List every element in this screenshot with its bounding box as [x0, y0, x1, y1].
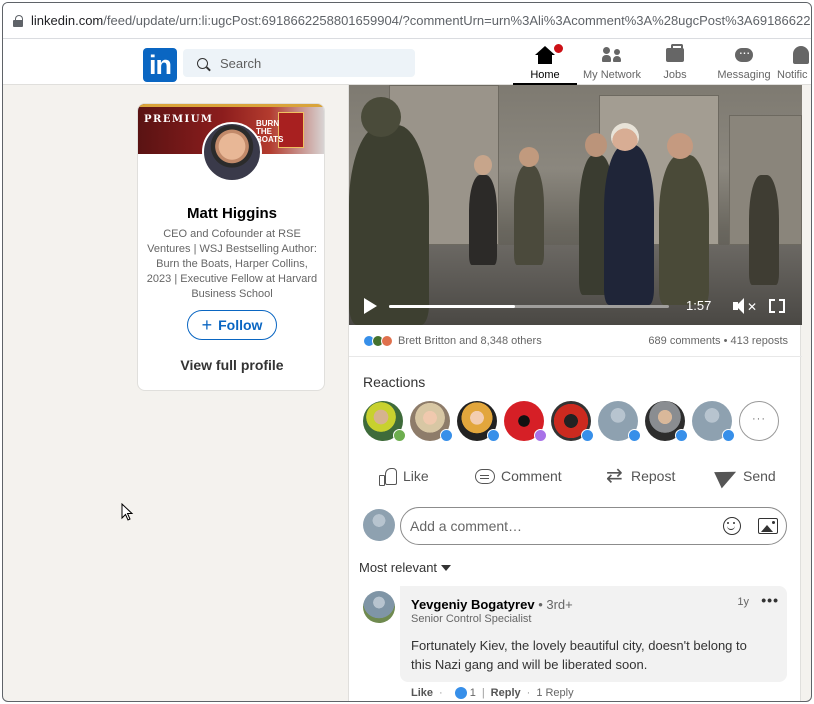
repost-icon: ⇄	[606, 464, 623, 487]
like-badge-icon	[581, 429, 594, 442]
video-progress-fill	[389, 305, 515, 308]
comment-input[interactable]: Add a comment…	[400, 507, 787, 545]
comment-placeholder: Add a comment…	[410, 518, 523, 534]
like-badge-icon	[675, 429, 688, 442]
post-detail: 1:57 ✕ Brett Britton and 8,348 others 68…	[348, 85, 802, 701]
network-icon	[602, 47, 622, 63]
video-controls: 1:57 ✕	[349, 289, 802, 325]
comment-item: Yevgeniy Bogatyrev • 3rd+ Senior Control…	[400, 586, 787, 682]
comment-reply-button[interactable]: Reply	[491, 687, 521, 699]
comment-like-count[interactable]: 1	[470, 687, 476, 699]
premium-badge: PREMIUM	[144, 114, 214, 125]
like-badge-icon	[487, 429, 500, 442]
curious-badge-icon	[534, 429, 547, 442]
messaging-icon	[735, 44, 753, 62]
sort-comments-dropdown[interactable]: Most relevant	[359, 560, 452, 575]
comment-button[interactable]: Comment	[475, 463, 562, 489]
home-icon	[535, 46, 555, 64]
comment-time: 1y	[737, 596, 749, 608]
nav-messaging[interactable]: Messaging	[713, 43, 775, 85]
address-bar[interactable]: linkedin.com/feed/update/urn:li:ugcPost:…	[3, 3, 812, 39]
like-badge-icon	[440, 429, 453, 442]
support-reaction-icon	[381, 334, 393, 347]
profile-name[interactable]: Matt Higgins	[138, 205, 324, 222]
mouse-cursor-icon	[121, 503, 134, 521]
notification-dot	[553, 43, 564, 54]
like-button[interactable]: Like	[379, 463, 429, 489]
fullscreen-icon[interactable]	[769, 299, 785, 313]
like-badge-icon	[628, 429, 641, 442]
browser-window: linkedin.com/feed/update/urn:li:ugcPost:…	[2, 2, 812, 702]
search-placeholder: Search	[220, 55, 262, 71]
play-icon[interactable]	[364, 298, 377, 314]
lock-icon	[13, 14, 23, 27]
top-navigation: in Search Home My Network Jobs Messaging	[3, 39, 811, 85]
nav-jobs[interactable]: Jobs	[657, 43, 693, 85]
linkedin-logo[interactable]: in	[143, 48, 177, 82]
caret-down-icon	[441, 564, 452, 571]
follow-button[interactable]: + Follow	[187, 310, 277, 340]
like-badge-icon	[454, 687, 467, 699]
more-options-icon[interactable]: •••	[761, 592, 779, 608]
reactions-heading: Reactions	[363, 374, 426, 390]
commenter-name[interactable]: Yevgeniy Bogatyrev • 3rd+	[411, 597, 573, 612]
comments-reposts-count[interactable]: 689 comments • 413 reposts	[648, 335, 788, 347]
search-input[interactable]: Search	[183, 49, 415, 77]
repost-button[interactable]: ⇄ Repost	[606, 463, 675, 489]
like-badge-icon	[722, 429, 735, 442]
more-reactors-button[interactable]: ···	[739, 401, 779, 441]
url-host: linkedin.com	[31, 13, 104, 28]
reactors-link[interactable]: Brett Britton and 8,348 others	[398, 335, 542, 347]
jobs-icon	[666, 44, 684, 62]
emoji-icon[interactable]	[723, 517, 741, 535]
commenter-avatar[interactable]	[363, 591, 395, 623]
video-time: 1:57	[686, 298, 712, 313]
profile-headline: CEO and Cofounder at RSE Ventures | WSJ …	[146, 228, 318, 300]
comment-text: Fortunately Kiev, the lovely beautiful c…	[411, 638, 747, 672]
celebrate-badge-icon	[393, 429, 406, 442]
comment-actions: Like · 1 | Reply · 1 Reply	[411, 687, 574, 699]
post-action-bar: Like Comment ⇄ Repost Send	[349, 455, 802, 495]
send-icon	[714, 463, 740, 489]
comment-like-button[interactable]: Like	[411, 687, 433, 699]
replies-link[interactable]: 1 Reply	[536, 687, 573, 699]
nav-my-network[interactable]: My Network	[579, 43, 645, 85]
mute-x-icon: ✕	[747, 300, 758, 314]
comment-icon	[475, 468, 495, 484]
bell-icon	[793, 46, 809, 64]
current-user-avatar	[363, 509, 395, 541]
search-icon	[197, 57, 208, 69]
nav-notifications[interactable]: Notific	[777, 43, 811, 85]
image-icon[interactable]	[758, 518, 778, 534]
url-path: /feed/update/urn:li:ugcPost:691866225880…	[103, 13, 812, 28]
plus-icon: +	[201, 315, 213, 335]
view-full-profile-link[interactable]: View full profile	[138, 357, 324, 373]
commenter-title: Senior Control Specialist	[411, 613, 532, 625]
video-player[interactable]: 1:57 ✕	[349, 85, 802, 325]
thumbs-up-icon	[379, 467, 397, 486]
send-button[interactable]: Send	[714, 463, 776, 489]
social-counts: Brett Britton and 8,348 others 689 comme…	[349, 325, 802, 357]
connection-degree: • 3rd+	[538, 597, 573, 612]
profile-card: PREMIUM BURN THE BOATS Matt Higgins CEO …	[137, 103, 325, 391]
nav-home[interactable]: Home	[513, 43, 577, 85]
video-progress-slider[interactable]	[389, 305, 669, 308]
profile-avatar[interactable]	[202, 122, 262, 182]
